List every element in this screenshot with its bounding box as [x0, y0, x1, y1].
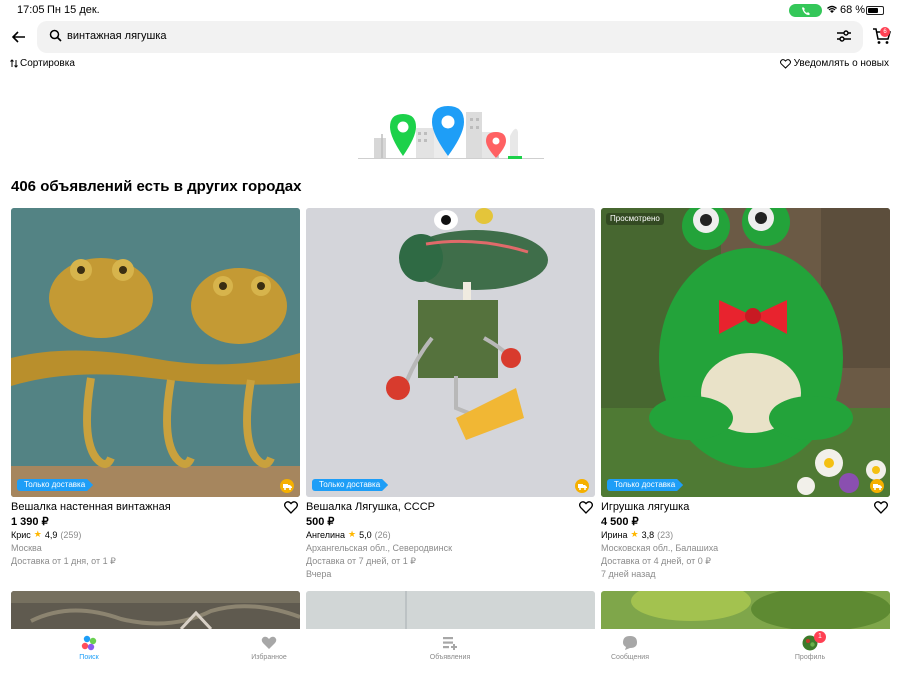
- heart-icon[interactable]: [579, 501, 593, 514]
- tab-search[interactable]: Поиск: [44, 635, 134, 661]
- seller-name: Ирина: [601, 529, 628, 540]
- listing-title[interactable]: Вешалка Лягушка, СССР: [306, 501, 435, 513]
- profile-notification-badge: 1: [814, 631, 826, 643]
- notify-button[interactable]: Уведомлять о новых: [779, 58, 889, 69]
- heart-icon[interactable]: [284, 501, 298, 514]
- phone-call-icon[interactable]: [789, 4, 822, 17]
- status-bar: 17:05 Пн 15 дек. 68 %: [0, 0, 900, 22]
- listing-delivery: Доставка от 1 дня, от 1 ₽: [11, 556, 116, 566]
- filters-icon[interactable]: [837, 30, 851, 42]
- seller-rating: 4,9: [44, 529, 58, 540]
- heart-bell-icon: [779, 58, 791, 69]
- listing-photo-partial[interactable]: [601, 591, 890, 629]
- delivery-truck-icon: [575, 479, 589, 493]
- listing-location: Московская обл., Балашиха: [601, 543, 719, 553]
- seller-rating: 5,0: [359, 529, 372, 540]
- battery-percent: 68 %: [840, 4, 866, 16]
- chat-icon: [623, 636, 637, 650]
- section-title: 406 объявлений есть в других городах: [11, 178, 302, 195]
- listing-photo-frog-toy[interactable]: [601, 208, 890, 497]
- search-query[interactable]: винтажная лягушка: [67, 30, 167, 42]
- listing-photo-partial[interactable]: [306, 591, 595, 629]
- listing-title[interactable]: Вешалка настенная винтажная: [11, 501, 171, 513]
- tab-label: Профиль: [794, 654, 826, 661]
- tab-label: Поиск: [79, 654, 99, 661]
- listing-posted: Вчера: [306, 569, 332, 579]
- listing-price: 500 ₽: [306, 516, 335, 528]
- seller-info[interactable]: Ангелина ★ 5,0 (26): [306, 529, 391, 540]
- listing-photo-frog-wall-hanger[interactable]: [306, 208, 595, 497]
- listing-photo-partial[interactable]: [11, 591, 300, 629]
- sort-icon: [10, 59, 18, 68]
- sort-button[interactable]: Сортировка: [10, 58, 75, 69]
- seller-rating: 3,8: [641, 529, 655, 540]
- review-count: (23): [657, 529, 674, 540]
- delivery-only-badge: Только доставка: [312, 479, 389, 491]
- listing-location: Архангельская обл., Северодвинск: [306, 543, 453, 553]
- notify-label: Уведомлять о новых: [793, 58, 889, 69]
- delivery-truck-icon: [280, 479, 294, 493]
- search-input[interactable]: винтажная лягушка: [37, 21, 863, 53]
- review-count: (26): [374, 529, 391, 540]
- sort-toolbar: Сортировка Уведомлять о новых: [0, 58, 900, 72]
- review-count: (259): [60, 529, 82, 540]
- listing-delivery: Доставка от 4 дней, от 0 ₽: [601, 556, 712, 566]
- listing-delivery: Доставка от 7 дней, от 1 ₽: [306, 556, 417, 566]
- viewed-badge: Просмотрено: [606, 213, 664, 225]
- seller-info[interactable]: Крис ★ 4,9 (259): [11, 529, 81, 540]
- star-icon: ★: [630, 529, 639, 539]
- bottom-tab-bar: Поиск Избранное Объявления Сообщения Про…: [0, 629, 900, 675]
- search-icon: [49, 29, 62, 42]
- status-time: 17:05: [17, 4, 45, 16]
- seller-name: Крис: [11, 529, 31, 540]
- seller-info[interactable]: Ирина ★ 3,8 (23): [601, 529, 673, 540]
- listing-posted: 7 дней назад: [601, 569, 656, 579]
- tab-favorites[interactable]: Избранное: [224, 635, 314, 661]
- listing-title[interactable]: Игрушка лягушка: [601, 501, 689, 513]
- sort-label: Сортировка: [20, 58, 75, 69]
- wifi-icon: [826, 4, 838, 17]
- star-icon: ★: [33, 529, 42, 539]
- tab-messages[interactable]: Сообщения: [585, 635, 675, 661]
- delivery-truck-icon: [870, 479, 884, 493]
- tab-label: Объявления: [429, 654, 471, 661]
- listing-photo-frog-hanger[interactable]: [11, 208, 300, 497]
- star-icon: ★: [348, 529, 357, 539]
- search-header: винтажная лягушка: [0, 20, 900, 56]
- tab-profile[interactable]: Профиль: [765, 635, 855, 661]
- tab-listings[interactable]: Объявления: [405, 635, 495, 661]
- delivery-only-badge: Только доставка: [17, 479, 94, 491]
- city-map-illustration: [358, 106, 544, 159]
- listings-icon: [443, 637, 457, 650]
- listing-location: Москва: [11, 543, 42, 553]
- delivery-only-badge: Только доставка: [607, 479, 684, 491]
- heart-icon[interactable]: [874, 501, 888, 514]
- back-button[interactable]: [8, 26, 30, 48]
- cart-count-badge: 6: [880, 27, 890, 37]
- status-date: Пн 15 дек.: [47, 4, 100, 16]
- listing-price: 4 500 ₽: [601, 516, 639, 528]
- seller-name: Ангелина: [306, 529, 346, 540]
- tab-label: Сообщения: [611, 654, 649, 661]
- tab-label: Избранное: [251, 654, 287, 661]
- search-tab-icon: [81, 635, 97, 651]
- battery-icon: [866, 6, 884, 15]
- listing-price: 1 390 ₽: [11, 516, 49, 528]
- heart-icon: [261, 636, 277, 649]
